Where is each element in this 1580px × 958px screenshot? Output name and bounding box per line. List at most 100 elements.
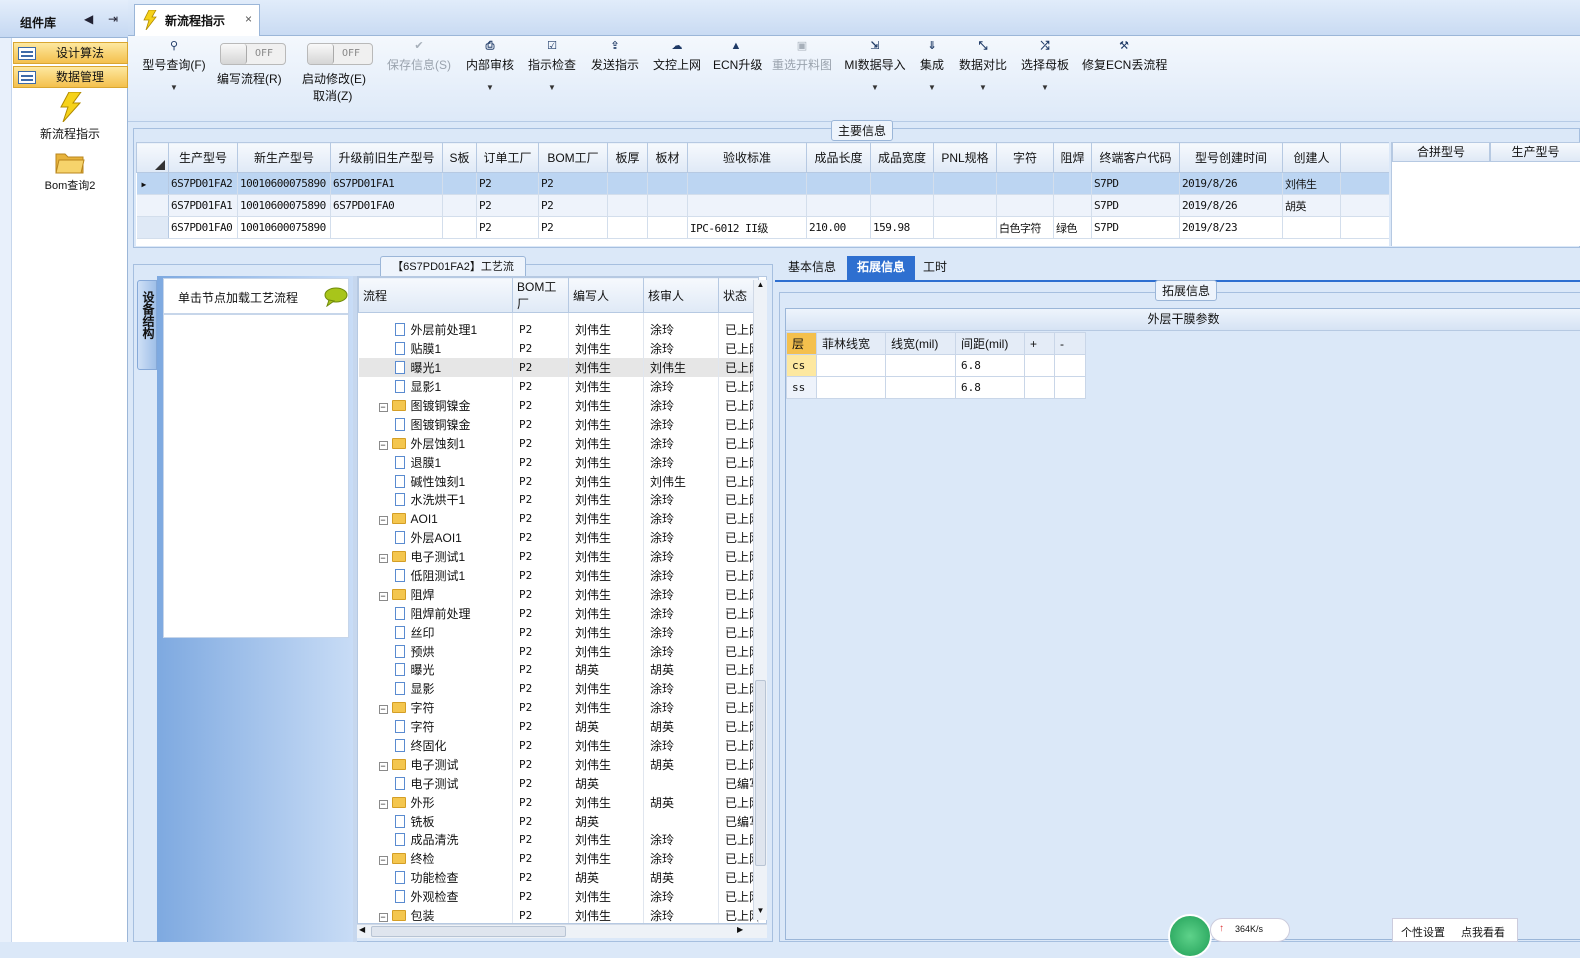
table-cell[interactable] xyxy=(1282,216,1341,239)
send-instruction-button[interactable]: ⇪ 发送指示 xyxy=(589,38,641,73)
table-cell[interactable]: 6S7PD01FA0 xyxy=(330,194,443,217)
process-writer-cell[interactable]: 胡英 xyxy=(568,811,644,831)
h-scroll-thumb[interactable] xyxy=(371,926,566,937)
process-bom-cell[interactable]: P2 xyxy=(512,452,569,472)
process-row[interactable]: − 电子测试 P2 刘伟生 胡英 已上网 xyxy=(358,754,759,774)
process-row[interactable]: − AOI1 P2 刘伟生 涂玲 已上网 xyxy=(358,509,759,529)
table-cell[interactable]: 绿色 xyxy=(1053,216,1092,239)
process-reviewer-cell[interactable]: 胡英 xyxy=(643,792,719,812)
process-reviewer-cell[interactable]: 涂玲 xyxy=(643,679,719,699)
process-row[interactable]: 曝光1 P2 刘伟生 刘伟生 已上网 xyxy=(358,358,759,378)
table-cell[interactable]: 6S7PD01FA1 xyxy=(168,194,238,217)
table-cell[interactable]: S7PD xyxy=(1091,194,1180,217)
dry-film-column-header[interactable]: 层 xyxy=(786,332,817,355)
process-bom-cell[interactable]: P2 xyxy=(512,698,569,718)
process-writer-cell[interactable]: 胡英 xyxy=(568,773,644,793)
table-row[interactable]: ▶ 6S7PD01FA2 10010600075890 6S7PD01FA1 P2 P2 S… xyxy=(136,172,1389,195)
process-bom-cell[interactable]: P2 xyxy=(512,490,569,510)
process-bom-cell[interactable]: P2 xyxy=(512,471,569,491)
process-writer-cell[interactable]: 刘伟生 xyxy=(568,320,644,340)
process-writer-cell[interactable]: 刘伟生 xyxy=(568,414,644,434)
process-name-cell[interactable]: 外层前处理1 xyxy=(358,320,513,340)
process-row[interactable]: 低阻测试1 P2 刘伟生 涂玲 已上网 xyxy=(358,566,759,585)
dry-film-column-header[interactable]: 间距(mil) xyxy=(955,332,1025,355)
process-row[interactable]: − 外形 P2 刘伟生 胡英 已上网 xyxy=(358,792,759,812)
process-column-header[interactable]: 流程 xyxy=(358,277,513,313)
dry-film-column-header[interactable]: 线宽(mil) xyxy=(885,332,956,355)
table-cell[interactable] xyxy=(933,194,997,217)
column-header[interactable]: 型号创建时间 xyxy=(1179,142,1283,173)
dropdown-arrow-icon[interactable]: ▼ xyxy=(139,83,209,92)
process-writer-cell[interactable]: 刘伟生 xyxy=(568,830,644,850)
process-name-cell[interactable]: 预烘 xyxy=(358,641,513,661)
process-bom-cell[interactable]: P2 xyxy=(512,622,569,642)
process-writer-cell[interactable]: 刘伟生 xyxy=(568,641,644,661)
process-column-header[interactable]: 编写人 xyxy=(568,277,644,313)
process-bom-cell[interactable]: P2 xyxy=(512,679,569,699)
column-header[interactable]: PNL规格 xyxy=(933,142,997,173)
dry-film-row[interactable]: cs 6.8 xyxy=(786,354,1086,377)
collapse-node-icon[interactable]: − xyxy=(378,440,388,450)
process-writer-cell[interactable]: 刘伟生 xyxy=(568,547,644,567)
process-reviewer-cell[interactable]: 胡英 xyxy=(643,660,719,680)
process-reviewer-cell[interactable]: 涂玲 xyxy=(643,566,719,585)
table-cell[interactable] xyxy=(933,216,997,239)
process-name-cell[interactable]: 显影1 xyxy=(358,377,513,397)
process-row[interactable]: − 包装 P2 刘伟生 涂玲 已上网 xyxy=(358,906,759,923)
process-writer-cell[interactable]: 刘伟生 xyxy=(568,358,644,378)
table-row[interactable]: 6S7PD01FA1 10010600075890 6S7PD01FA0 P2 P2 S7… xyxy=(136,194,1389,217)
dry-film-cell[interactable] xyxy=(885,354,956,377)
process-bom-cell[interactable]: P2 xyxy=(512,528,569,548)
dry-film-cell[interactable]: 6.8 xyxy=(955,376,1025,399)
process-reviewer-cell[interactable]: 涂玲 xyxy=(643,433,719,453)
cancel-modify-button[interactable]: 取消(Z) xyxy=(313,87,352,104)
process-reviewer-cell[interactable]: 涂玲 xyxy=(643,603,719,623)
table-cell[interactable] xyxy=(687,194,807,217)
process-reviewer-cell[interactable]: 涂玲 xyxy=(643,528,719,548)
select-master-button[interactable]: ⤮ 选择母板 ▼ xyxy=(1019,38,1071,92)
column-header[interactable]: 成品长度 xyxy=(806,142,871,173)
write-process-toggle[interactable]: OFF xyxy=(220,43,286,65)
table-cell[interactable]: 159.98 xyxy=(870,216,934,239)
process-writer-cell[interactable]: 刘伟生 xyxy=(568,906,644,923)
process-bom-cell[interactable]: P2 xyxy=(512,811,569,831)
process-bom-cell[interactable]: P2 xyxy=(512,773,569,793)
table-cell[interactable]: 白色字符 xyxy=(996,216,1054,239)
process-bom-cell[interactable]: P2 xyxy=(512,566,569,585)
process-reviewer-cell[interactable]: 涂玲 xyxy=(643,698,719,718)
process-row[interactable]: − 阻焊 P2 刘伟生 涂玲 已上网 xyxy=(358,584,759,604)
dry-film-column-header[interactable]: + xyxy=(1024,332,1055,355)
process-reviewer-cell[interactable]: 涂玲 xyxy=(643,887,719,907)
column-header[interactable]: BOM工厂 xyxy=(538,142,608,173)
process-row[interactable]: 碱性蚀刻1 P2 刘伟生 刘伟生 已上网 xyxy=(358,471,759,491)
process-reviewer-cell[interactable]: 涂玲 xyxy=(643,509,719,529)
process-reviewer-cell[interactable]: 涂玲 xyxy=(643,490,719,510)
process-writer-cell[interactable]: 刘伟生 xyxy=(568,339,644,359)
dry-film-column-header[interactable]: 菲林线宽 xyxy=(816,332,886,355)
process-name-cell[interactable]: 字符 xyxy=(358,717,513,737)
collapse-node-icon[interactable]: − xyxy=(378,591,388,601)
process-row[interactable]: 退膜1 P2 刘伟生 涂玲 已上网 xyxy=(358,452,759,472)
process-writer-cell[interactable]: 刘伟生 xyxy=(568,433,644,453)
process-row[interactable]: 预烘 P2 刘伟生 涂玲 已上网 xyxy=(358,641,759,661)
process-bom-cell[interactable]: P2 xyxy=(512,887,569,907)
process-bom-cell[interactable]: P2 xyxy=(512,830,569,850)
process-bom-cell[interactable]: P2 xyxy=(512,320,569,340)
collapse-left-icon[interactable]: ◀ xyxy=(84,12,93,26)
table-cell[interactable] xyxy=(687,172,807,195)
process-writer-cell[interactable]: 刘伟生 xyxy=(568,509,644,529)
start-modify-toggle[interactable]: OFF xyxy=(307,43,373,65)
click-to-view-link[interactable]: 点我看看 xyxy=(1461,924,1505,940)
process-row[interactable]: 电子测试 P2 胡英 已编写 xyxy=(358,773,759,793)
process-writer-cell[interactable]: 刘伟生 xyxy=(568,471,644,491)
process-column-header[interactable]: 核审人 xyxy=(643,277,719,313)
collapse-node-icon[interactable]: − xyxy=(378,515,388,525)
column-header[interactable]: 创建人 xyxy=(1282,142,1341,173)
table-cell[interactable] xyxy=(330,216,443,239)
column-header[interactable]: 升级前旧生产型号 xyxy=(330,142,443,173)
process-reviewer-cell[interactable]: 涂玲 xyxy=(643,906,719,923)
process-bom-cell[interactable]: P2 xyxy=(512,736,569,755)
process-writer-cell[interactable]: 刘伟生 xyxy=(568,622,644,642)
column-header[interactable]: 订单工厂 xyxy=(476,142,539,173)
process-name-cell[interactable]: 成品清洗 xyxy=(358,830,513,850)
